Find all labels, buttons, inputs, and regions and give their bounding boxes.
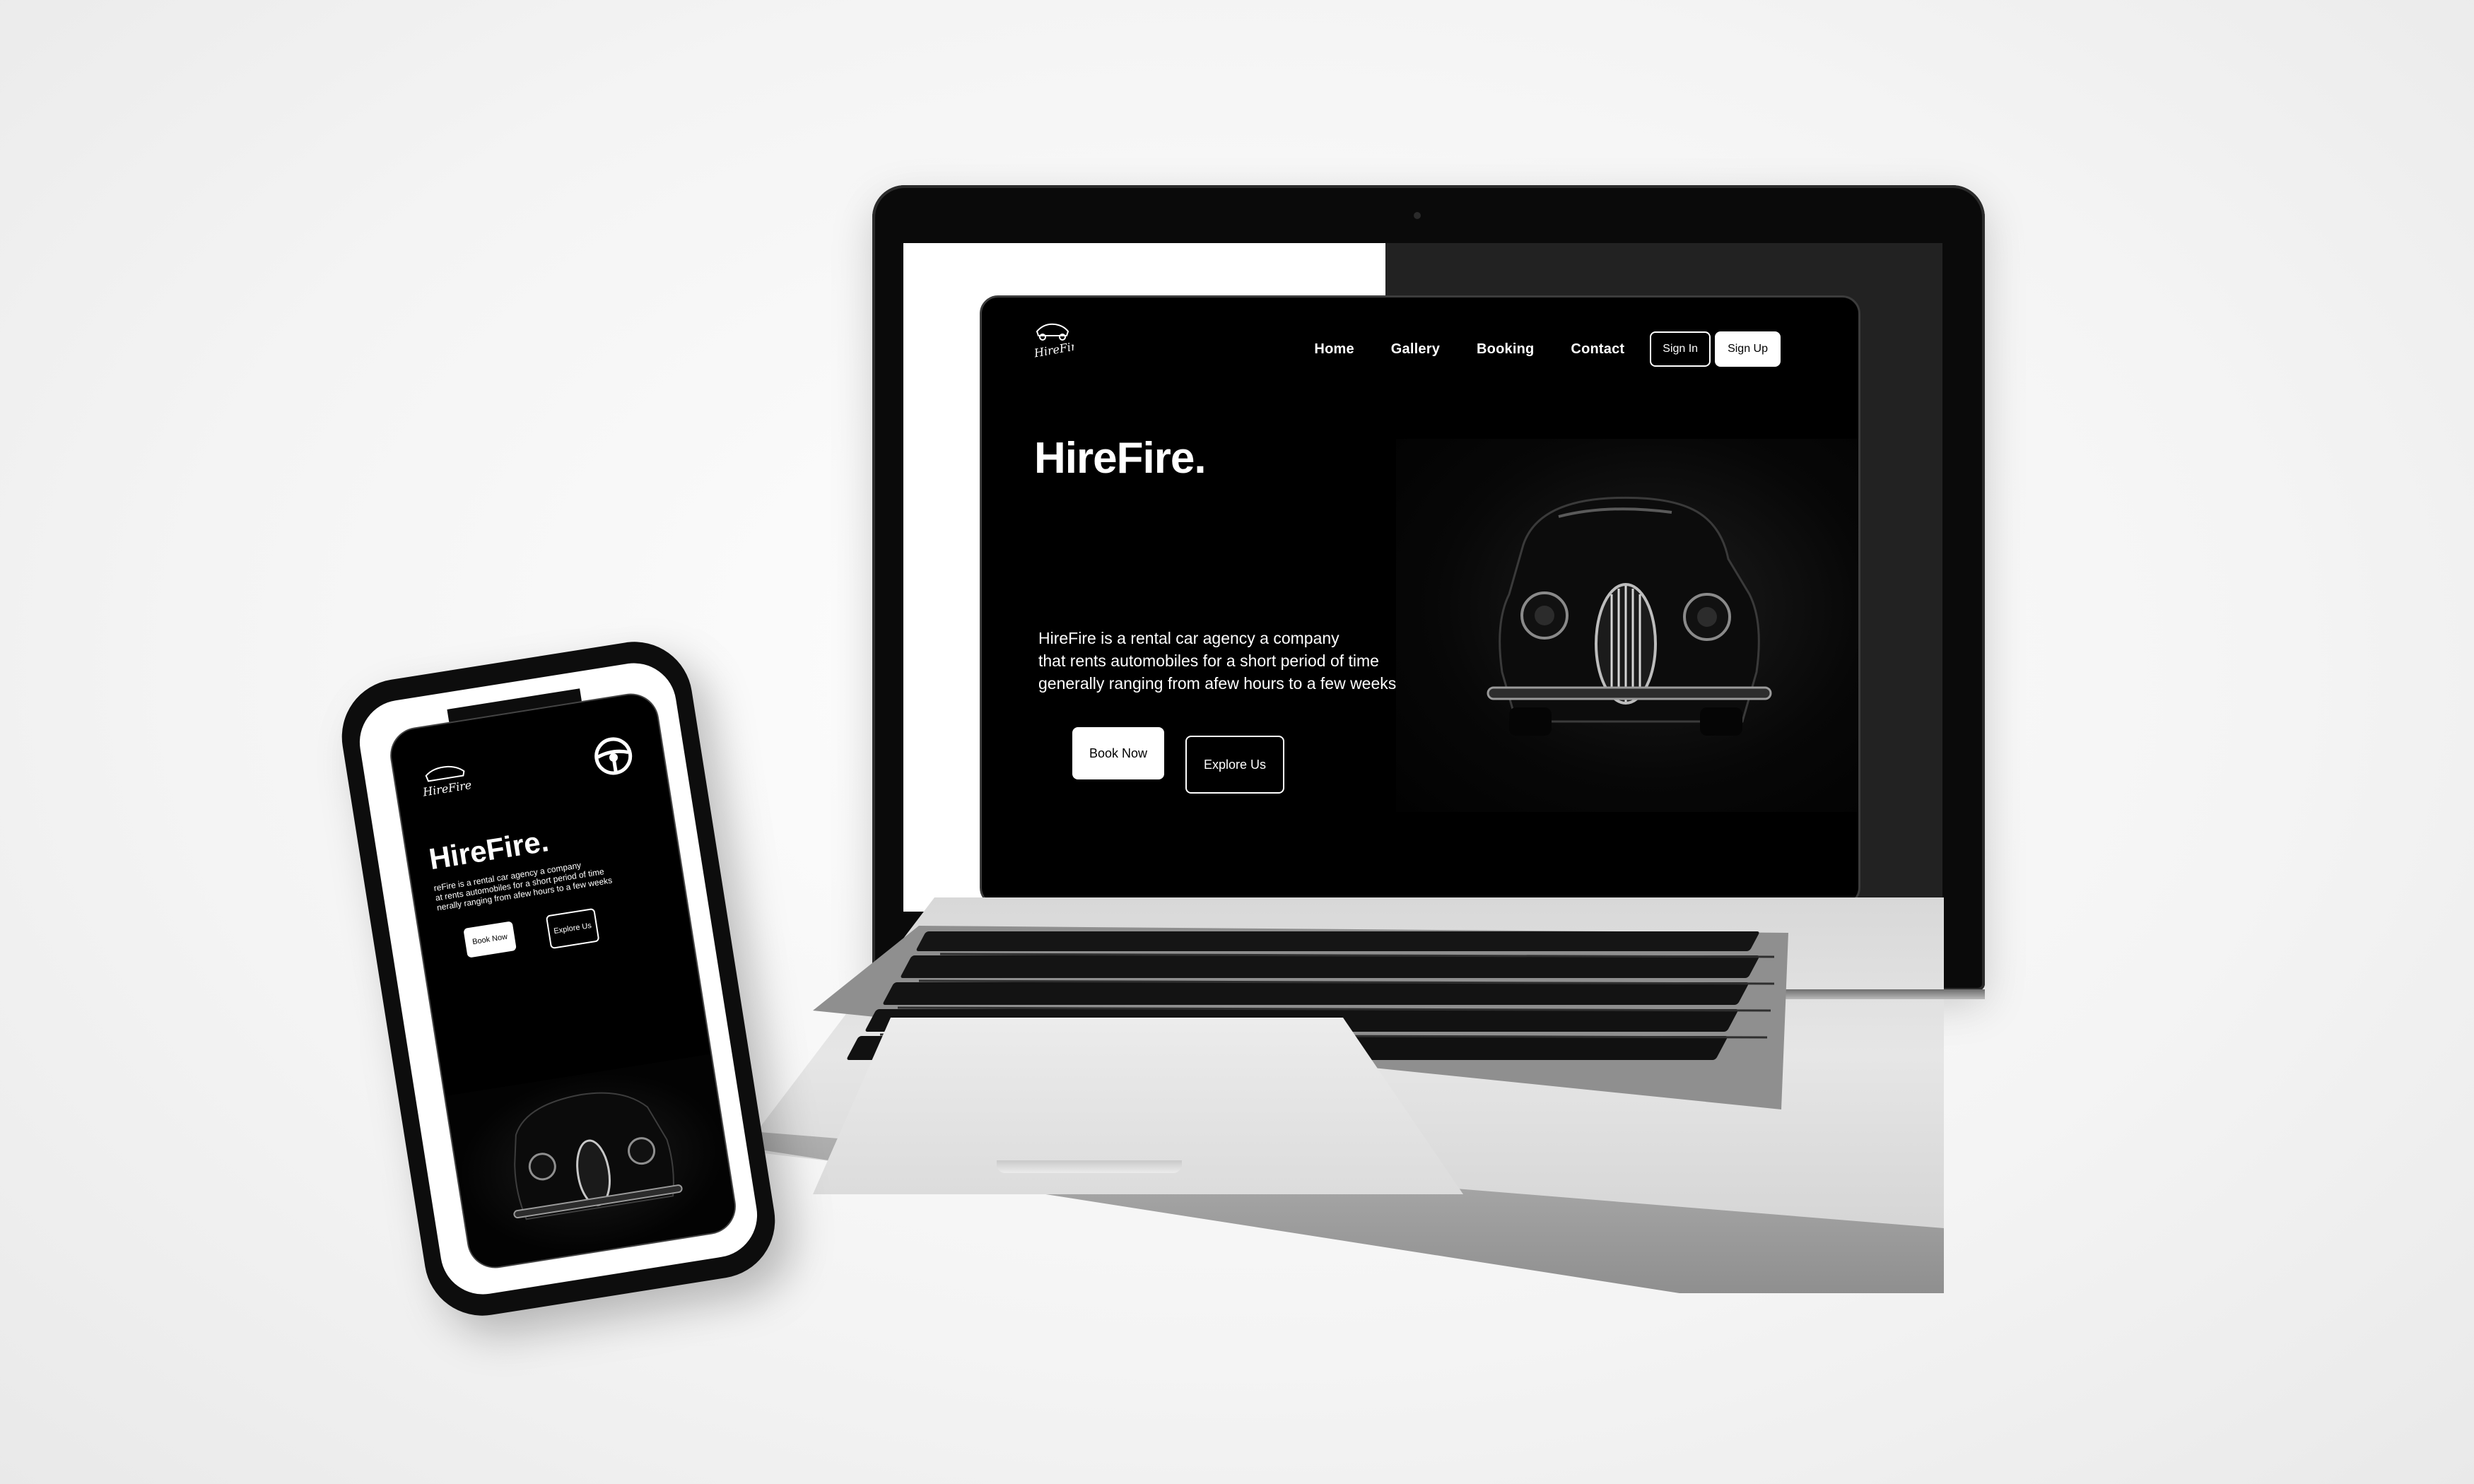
laptop-camera: [1414, 212, 1421, 219]
phone-screen: HireFire HireFire. reFire is a rental ca…: [353, 656, 763, 1301]
phone-explore-us-button[interactable]: Explore Us: [545, 907, 600, 950]
sign-up-button[interactable]: Sign Up: [1715, 331, 1781, 367]
explore-us-button[interactable]: Explore Us: [1185, 736, 1284, 794]
laptop-screen: HireFire Home Gallery Booking Contact Si…: [903, 243, 1942, 912]
car-image: [1396, 439, 1858, 812]
hero-description-line: generally ranging from afew hours to a f…: [1038, 674, 1397, 693]
nav-gallery[interactable]: Gallery: [1391, 341, 1440, 358]
nav-booking[interactable]: Booking: [1477, 341, 1534, 358]
hero-description: HireFire is a rental car agency a compan…: [1038, 627, 1406, 695]
nav-home[interactable]: Home: [1314, 341, 1354, 358]
nav-contact[interactable]: Contact: [1571, 341, 1624, 358]
main-nav: Home Gallery Booking Contact Sign In Sig…: [1277, 331, 1781, 367]
brand-logo[interactable]: HireFire: [1031, 316, 1084, 365]
phone-car-image: [445, 1054, 739, 1271]
book-now-button[interactable]: Book Now: [1072, 727, 1164, 779]
phone-brand-logo[interactable]: HireFire: [416, 755, 478, 803]
logo-text: HireFire: [1033, 338, 1074, 360]
phone-body: HireFire HireFire. reFire is a rental ca…: [333, 633, 784, 1324]
hero-title: HireFire.: [1034, 434, 1207, 483]
laptop-lid-notch: [997, 1160, 1182, 1173]
steering-wheel-icon[interactable]: [591, 734, 636, 779]
sign-in-button[interactable]: Sign In: [1650, 331, 1711, 367]
hero-description-line: HireFire is a rental car agency a compan…: [1038, 629, 1339, 647]
site-card: HireFire Home Gallery Booking Contact Si…: [980, 295, 1860, 906]
phone-site-card: HireFire HireFire. reFire is a rental ca…: [386, 689, 740, 1273]
phone-book-now-button[interactable]: Book Now: [463, 921, 517, 958]
hero-description-line: that rents automobiles for a short perio…: [1038, 652, 1379, 670]
